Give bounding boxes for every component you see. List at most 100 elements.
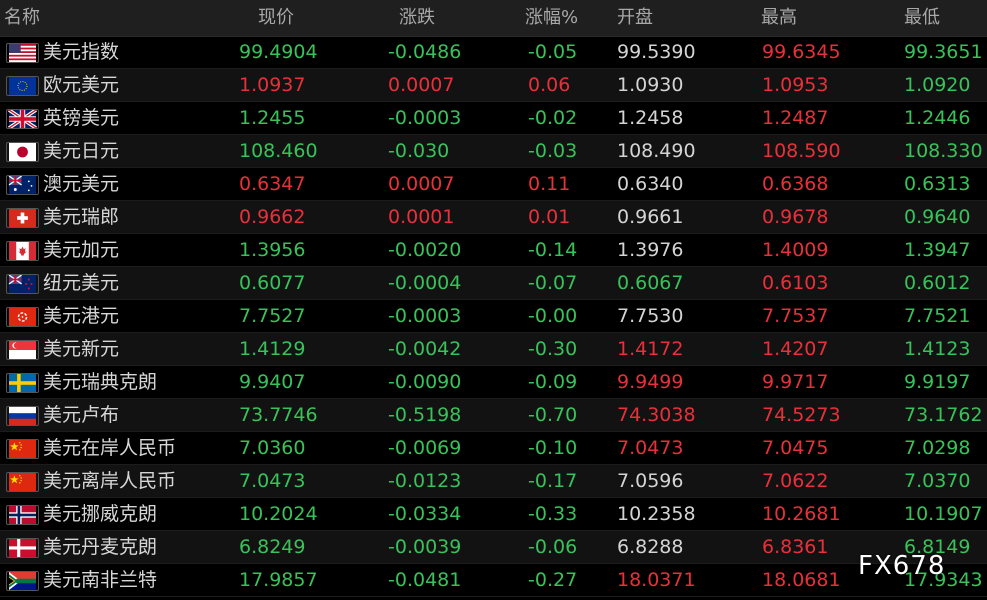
low-cell: 1.4123: [904, 338, 971, 360]
change-cell: -0.0020: [388, 239, 462, 261]
price-cell: 73.7746: [239, 404, 318, 426]
flag-au-icon: [6, 175, 39, 195]
change-cell: -0.0039: [388, 536, 462, 558]
high-cell: 7.0475: [762, 437, 829, 459]
change-cell: 0.0007: [388, 173, 455, 195]
high-cell: 0.9678: [762, 206, 829, 228]
low-cell: 7.0370: [904, 470, 971, 492]
change-cell: -0.0003: [388, 107, 462, 129]
change-pct-cell: -0.14: [528, 239, 578, 261]
open-cell: 1.0930: [617, 74, 684, 96]
table-row[interactable]: 美元卢布 73.7746 -0.5198 -0.70 74.3038 74.5273 73.…: [0, 399, 987, 432]
flag-cn-icon: [6, 439, 39, 459]
header-change[interactable]: 涨跌: [399, 0, 435, 36]
instrument-name: 美元丹麦克朗: [43, 536, 158, 558]
table-row[interactable]: 纽元美元 0.6077 -0.0004 -0.07 0.6067 0.6103 0.6012: [0, 267, 987, 300]
change-pct-cell: 0.11: [528, 173, 571, 195]
change-cell: -0.0481: [388, 569, 462, 591]
change-pct-cell: -0.10: [528, 437, 578, 459]
table-row[interactable]: 美元在岸人民币 7.0360 -0.0069 -0.10 7.0473 7.0475 7.0…: [0, 432, 987, 465]
low-cell: 1.3947: [904, 239, 971, 261]
table-row[interactable]: 美元挪威克朗 10.2024 -0.0334 -0.33 10.2358 10.2681 1…: [0, 498, 987, 531]
header-open[interactable]: 开盘: [617, 0, 653, 36]
table-row[interactable]: 澳元美元 0.6347 0.0007 0.11 0.6340 0.6368 0.6313: [0, 168, 987, 201]
instrument-name: 纽元美元: [43, 272, 120, 294]
change-pct-cell: 0.06: [528, 74, 571, 96]
change-cell: 0.0007: [388, 74, 455, 96]
header-low[interactable]: 最低: [904, 0, 940, 36]
low-cell: 1.0920: [904, 74, 971, 96]
low-cell: 7.7521: [904, 305, 971, 327]
table-row[interactable]: 美元新元 1.4129 -0.0042 -0.30 1.4172 1.4207 1.4123: [0, 333, 987, 366]
change-cell: -0.0090: [388, 371, 462, 393]
change-pct-cell: -0.05: [528, 41, 578, 63]
open-cell: 18.0371: [617, 569, 696, 591]
table-row[interactable]: 美元瑞典克朗 9.9407 -0.0090 -0.09 9.9499 9.9717 9.91…: [0, 366, 987, 399]
price-cell: 1.2455: [239, 107, 306, 129]
table-row[interactable]: 美元港元 7.7527 -0.0003 -0.00 7.7530 7.7537 7.7521: [0, 300, 987, 333]
table-row[interactable]: 美元日元 108.460 -0.030 -0.03 108.490 108.590 108.…: [0, 135, 987, 168]
high-cell: 6.8361: [762, 536, 829, 558]
open-cell: 74.3038: [617, 404, 696, 426]
price-cell: 1.0937: [239, 74, 306, 96]
instrument-name: 美元在岸人民币: [43, 437, 177, 459]
header-name[interactable]: 名称: [4, 0, 40, 36]
header-high[interactable]: 最高: [761, 0, 797, 36]
price-cell: 7.0360: [239, 437, 306, 459]
instrument-name: 澳元美元: [43, 173, 120, 195]
table-row[interactable]: 美元瑞郎 0.9662 0.0001 0.01 0.9661 0.9678 0.9640: [0, 201, 987, 234]
low-cell: 9.9197: [904, 371, 971, 393]
low-cell: 108.330: [904, 140, 983, 162]
low-cell: 73.1762: [904, 404, 983, 426]
table-row[interactable]: 美元丹麦克朗 6.8249 -0.0039 -0.06 6.8288 6.8361 6.81…: [0, 531, 987, 564]
price-cell: 6.8249: [239, 536, 306, 558]
price-cell: 108.460: [239, 140, 318, 162]
change-pct-cell: -0.06: [528, 536, 578, 558]
open-cell: 0.6340: [617, 173, 684, 195]
price-cell: 0.6077: [239, 272, 306, 294]
open-cell: 7.7530: [617, 305, 684, 327]
open-cell: 108.490: [617, 140, 696, 162]
high-cell: 10.2681: [762, 503, 841, 525]
table-row[interactable]: 美元离岸人民币 7.0473 -0.0123 -0.17 7.0596 7.0622 7.0…: [0, 465, 987, 498]
price-cell: 17.9857: [239, 569, 318, 591]
low-cell: 1.2446: [904, 107, 971, 129]
open-cell: 1.4172: [617, 338, 684, 360]
instrument-name: 美元新元: [43, 338, 120, 360]
high-cell: 18.0681: [762, 569, 841, 591]
table-row[interactable]: 美元南非兰特 17.9857 -0.0481 -0.27 18.0371 18.0681 1…: [0, 564, 987, 597]
high-cell: 7.7537: [762, 305, 829, 327]
change-cell: -0.5198: [388, 404, 462, 426]
flag-jp-icon: [6, 142, 39, 162]
low-cell: 0.6012: [904, 272, 971, 294]
flag-gb-icon: [6, 109, 39, 129]
header-change-pct[interactable]: 涨幅%: [525, 0, 578, 36]
table-row[interactable]: 美元加元 1.3956 -0.0020 -0.14 1.3976 1.4009 1.3947: [0, 234, 987, 267]
instrument-name: 欧元美元: [43, 74, 120, 96]
low-cell: 0.6313: [904, 173, 971, 195]
flag-ru-icon: [6, 406, 39, 426]
flag-ch-icon: [6, 208, 39, 228]
high-cell: 74.5273: [762, 404, 841, 426]
change-pct-cell: -0.07: [528, 272, 578, 294]
instrument-name: 英镑美元: [43, 107, 120, 129]
table-row[interactable]: 美元指数 99.4904 -0.0486 -0.05 99.5390 99.6345 99.…: [0, 36, 987, 69]
price-cell: 99.4904: [239, 41, 318, 63]
table-header: 名称 现价 涨跌 涨幅% 开盘 最高 最低: [0, 0, 987, 37]
change-cell: 0.0001: [388, 206, 455, 228]
change-pct-cell: -0.09: [528, 371, 578, 393]
header-price[interactable]: 现价: [258, 0, 294, 36]
change-pct-cell: -0.00: [528, 305, 578, 327]
high-cell: 99.6345: [762, 41, 841, 63]
instrument-name: 美元卢布: [43, 404, 120, 426]
instrument-name: 美元离岸人民币: [43, 470, 177, 492]
table-row[interactable]: 英镑美元 1.2455 -0.0003 -0.02 1.2458 1.2487 1.2446: [0, 102, 987, 135]
flag-sg-icon: [6, 340, 39, 360]
change-cell: -0.0004: [388, 272, 462, 294]
table-row[interactable]: 欧元美元 1.0937 0.0007 0.06 1.0930 1.0953 1.0920: [0, 69, 987, 102]
high-cell: 7.0622: [762, 470, 829, 492]
change-cell: -0.0042: [388, 338, 462, 360]
high-cell: 1.4009: [762, 239, 829, 261]
change-pct-cell: 0.01: [528, 206, 571, 228]
instrument-name: 美元瑞郎: [43, 206, 120, 228]
